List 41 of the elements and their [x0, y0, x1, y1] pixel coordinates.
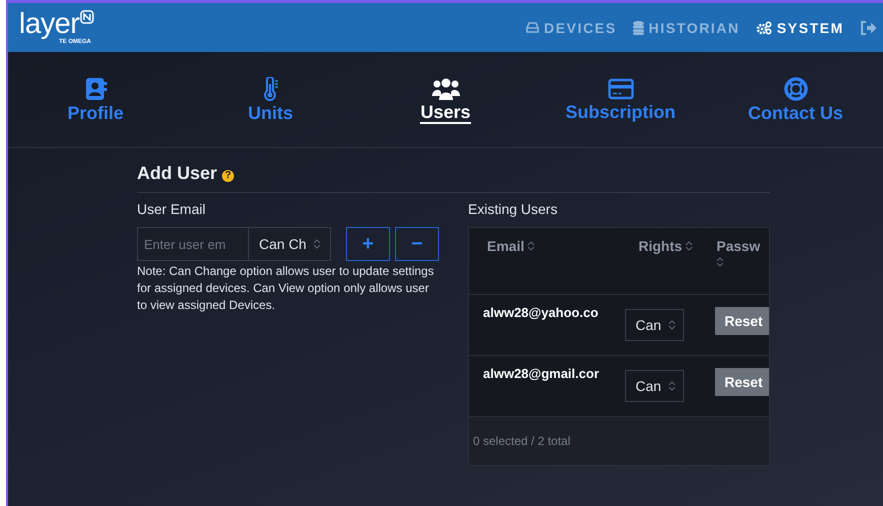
reset-button[interactable]: Reset	[714, 307, 769, 335]
settings-tab[interactable]: Contact Us	[708, 52, 883, 147]
sort-icon[interactable]	[686, 241, 692, 251]
section-subtitle: Existing Users	[468, 201, 558, 217]
email-field[interactable]: Enter user em	[137, 227, 249, 261]
selection-count: 0 selected / 2 total	[473, 434, 570, 448]
rights-select[interactable]: Can	[624, 370, 684, 402]
brand-logo[interactable]: layer	[19, 10, 80, 38]
column-header[interactable]: Rights	[638, 238, 682, 254]
section-title: Add User	[137, 163, 218, 184]
help-icon[interactable]: ?	[222, 170, 234, 182]
nav-link[interactable]: SYSTEM	[756, 20, 844, 36]
users-icon	[432, 77, 460, 101]
sort-icon[interactable]	[669, 320, 676, 330]
remove-button[interactable]: −	[395, 227, 439, 261]
settings-tab[interactable]: Subscription	[533, 52, 708, 147]
settings-tab[interactable]: Units	[183, 52, 358, 147]
add-button[interactable]: +	[346, 227, 390, 261]
field-label: User Email	[137, 201, 206, 217]
column-header[interactable]: Passw	[716, 238, 760, 254]
contact-book-icon	[84, 76, 106, 100]
note-text: Note: Can Change option allows user to update settings for assigned devices. Can View option only allows user to view assigned Devices.	[137, 263, 435, 314]
sort-icon[interactable]	[669, 381, 676, 391]
sort-icon[interactable]	[314, 239, 320, 249]
database-icon	[632, 20, 644, 34]
thermometer-icon	[262, 76, 278, 100]
settings-tab[interactable]: Profile	[8, 52, 183, 147]
settings-tab[interactable]: Users	[358, 52, 533, 147]
reset-button[interactable]: Reset	[714, 368, 769, 396]
rights-select[interactable]: Can	[624, 309, 684, 341]
logout-icon[interactable]	[860, 20, 877, 34]
sort-icon[interactable]	[716, 257, 722, 267]
email-cell: alww28@yahoo.co	[468, 294, 620, 356]
drive-icon	[526, 22, 539, 33]
column-header[interactable]: Email	[487, 238, 524, 254]
rights-select[interactable]: Can Ch	[249, 227, 331, 261]
lifebuoy-icon	[784, 76, 808, 100]
gears-icon	[756, 20, 772, 34]
sort-icon[interactable]	[528, 241, 534, 251]
logo-mark-icon	[80, 10, 94, 24]
credit-card-icon	[608, 78, 634, 100]
